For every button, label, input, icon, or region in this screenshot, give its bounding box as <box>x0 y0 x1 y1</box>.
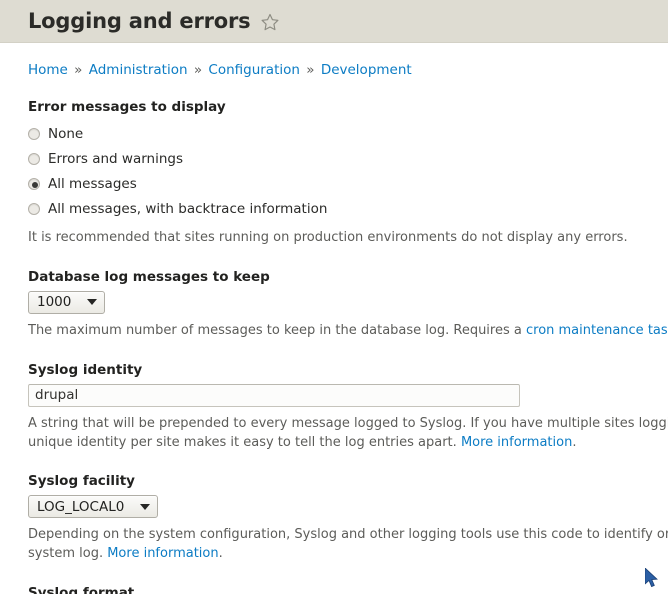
field-label-error-messages: Error messages to display <box>28 99 640 115</box>
select-value-syslog-facility: LOG_LOCAL0 <box>37 499 124 515</box>
syslog-identity-input[interactable] <box>28 384 520 407</box>
field-syslog-facility: Syslog facility LOG_LOCAL0 Depending on … <box>28 473 640 564</box>
radio-option-all-messages-backtrace[interactable]: All messages, with backtrace information <box>28 196 640 221</box>
field-label-syslog-identity: Syslog identity <box>28 362 640 378</box>
radio-label-all-messages: All messages <box>48 176 137 192</box>
breadcrumb-link-administration[interactable]: Administration <box>89 62 188 78</box>
field-description-syslog-facility: Depending on the system configuration, S… <box>28 526 668 564</box>
field-label-syslog-format: Syslog format <box>28 585 640 594</box>
breadcrumb-separator: » <box>72 62 84 78</box>
select-database-log-messages[interactable]: 1000 <box>28 291 105 314</box>
desc-text-after: . <box>219 546 223 561</box>
field-label-database-log: Database log messages to keep <box>28 269 640 285</box>
breadcrumb-link-home[interactable]: Home <box>28 62 68 78</box>
radio-input-none[interactable] <box>28 128 40 140</box>
desc-text-after: . <box>572 435 576 450</box>
select-value-database-log: 1000 <box>37 294 71 310</box>
field-description-syslog-identity: A string that will be prepended to every… <box>28 415 668 453</box>
breadcrumb-separator: » <box>192 62 204 78</box>
link-more-information-facility[interactable]: More information <box>107 546 218 561</box>
page-title: Logging and errors <box>28 11 250 32</box>
page-header: Logging and errors <box>0 0 668 43</box>
desc-text-before: The maximum number of messages to keep i… <box>28 323 526 338</box>
link-more-information-identity[interactable]: More information <box>461 435 572 450</box>
field-database-log: Database log messages to keep 1000 The m… <box>28 269 640 341</box>
radio-label-none: None <box>48 126 83 142</box>
breadcrumb-link-development[interactable]: Development <box>321 62 412 78</box>
star-outline-icon[interactable] <box>260 12 280 32</box>
breadcrumb-link-configuration[interactable]: Configuration <box>208 62 300 78</box>
link-cron-maintenance-task[interactable]: cron maintenance task <box>526 323 668 338</box>
field-syslog-identity: Syslog identity A string that will be pr… <box>28 362 640 453</box>
select-syslog-facility[interactable]: LOG_LOCAL0 <box>28 495 158 518</box>
radio-input-errors-and-warnings[interactable] <box>28 153 40 165</box>
breadcrumb: Home » Administration » Configuration » … <box>28 43 640 78</box>
radio-label-errors-and-warnings: Errors and warnings <box>48 151 183 167</box>
breadcrumb-separator: » <box>304 62 316 78</box>
radio-option-errors-and-warnings[interactable]: Errors and warnings <box>28 146 640 171</box>
field-syslog-format: Syslog format !base_url|!timestamp|!type… <box>28 585 640 594</box>
field-description-error-messages: It is recommended that sites running on … <box>28 229 640 248</box>
radio-option-all-messages[interactable]: All messages <box>28 171 640 196</box>
page-content: Home » Administration » Configuration » … <box>0 43 668 594</box>
chevron-down-icon <box>87 299 97 305</box>
radio-option-none[interactable]: None <box>28 121 640 146</box>
radio-label-all-messages-backtrace: All messages, with backtrace information <box>48 201 327 217</box>
field-error-messages: Error messages to display None Errors an… <box>28 99 640 248</box>
radio-input-all-messages-backtrace[interactable] <box>28 203 40 215</box>
field-description-database-log: The maximum number of messages to keep i… <box>28 322 640 341</box>
radio-input-all-messages[interactable] <box>28 178 40 190</box>
chevron-down-icon <box>140 504 150 510</box>
field-label-syslog-facility: Syslog facility <box>28 473 640 489</box>
